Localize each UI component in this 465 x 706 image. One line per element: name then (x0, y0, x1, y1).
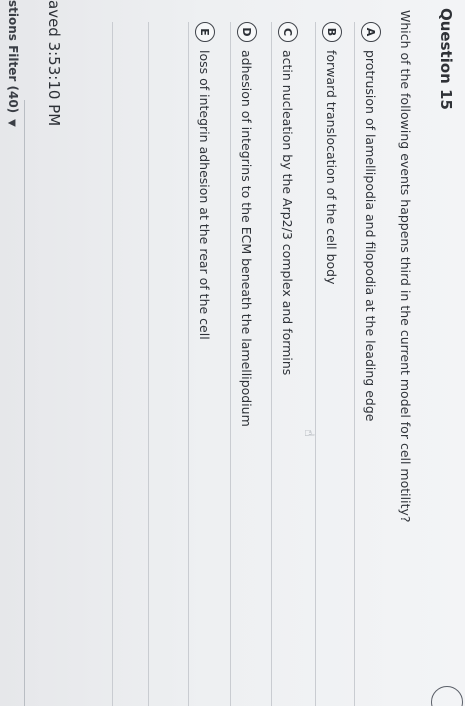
divider (271, 22, 272, 706)
option-a[interactable]: A protrusion of lamellipodia and filopod… (361, 22, 381, 706)
questions-filter[interactable]: stions Filter (40) ▼ (6, 0, 20, 127)
option-c[interactable]: C actin nucleation by the Arp2/3 complex… (278, 22, 298, 706)
option-b-badge: B (322, 22, 342, 42)
option-e[interactable]: E loss of integrin adhesion at the rear … (195, 22, 215, 706)
option-d-text: adhesion of integrins to the ECM beneath… (239, 50, 255, 427)
divider (148, 22, 149, 706)
chevron-down-icon: ▼ (6, 119, 17, 127)
option-d[interactable]: D adhesion of integrins to the ECM benea… (237, 22, 257, 706)
option-d-badge: D (237, 22, 257, 42)
option-c-badge: C (278, 22, 298, 42)
divider (354, 22, 355, 706)
question-prompt: Which of the following events happens th… (398, 10, 413, 523)
divider (112, 22, 113, 706)
divider (230, 22, 231, 706)
divider (315, 22, 316, 706)
divider (24, 100, 25, 706)
hand-pointer-icon: ☝ (301, 429, 317, 437)
question-title: Question 15 (437, 8, 455, 110)
nav-button[interactable] (431, 686, 463, 706)
questions-filter-label: stions Filter (40) (6, 0, 20, 114)
saved-status: aved 3:53:10 PM (45, 0, 63, 127)
option-e-text: loss of integrin adhesion at the rear of… (197, 50, 213, 340)
option-a-text: protrusion of lamellipodia and filopodia… (363, 50, 379, 422)
option-b[interactable]: B forward translocation of the cell body (322, 22, 342, 706)
option-a-badge: A (361, 22, 381, 42)
option-c-text: actin nucleation by the Arp2/3 complex a… (280, 50, 296, 376)
screen: Question 15 Which of the following event… (0, 0, 465, 706)
option-e-badge: E (195, 22, 215, 42)
question-panel: Question 15 Which of the following event… (0, 0, 465, 706)
divider (188, 22, 189, 706)
option-b-text: forward translocation of the cell body (324, 50, 340, 285)
